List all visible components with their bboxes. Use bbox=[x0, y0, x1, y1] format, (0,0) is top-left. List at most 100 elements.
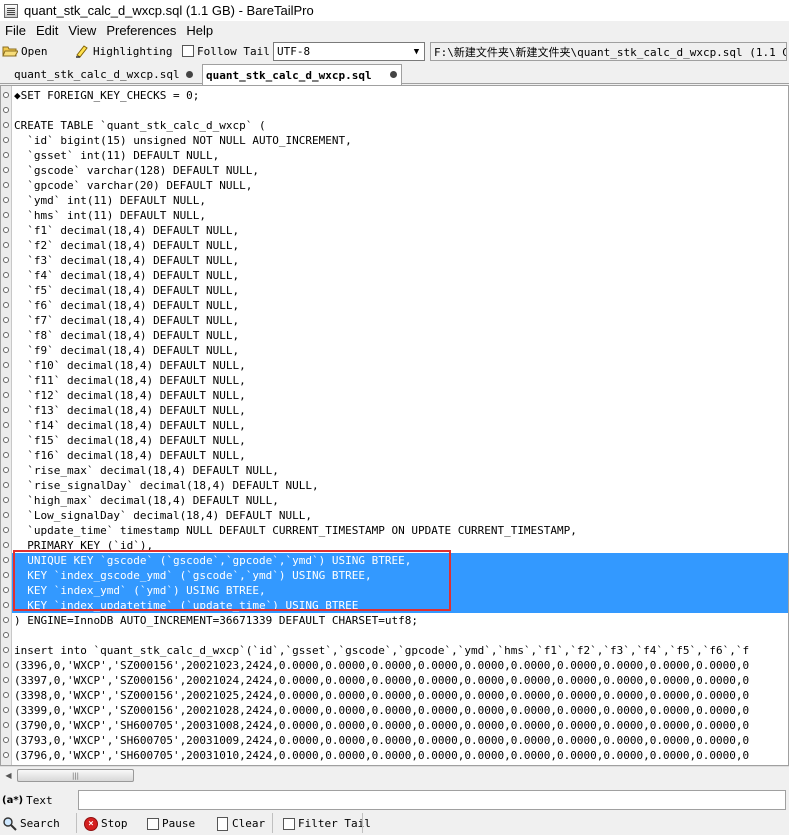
scroll-left-arrow-icon[interactable]: ◀ bbox=[1, 768, 16, 783]
line-marker-icon[interactable] bbox=[3, 332, 9, 338]
line-marker-icon[interactable] bbox=[3, 587, 9, 593]
line-marker-icon[interactable] bbox=[3, 152, 9, 158]
filter-tail-toggle[interactable]: Filter Tail bbox=[283, 814, 371, 833]
line-marker-icon[interactable] bbox=[3, 527, 9, 533]
code-line[interactable]: insert into `quant_stk_calc_d_wxcp`(`id`… bbox=[14, 643, 788, 658]
line-marker-icon[interactable] bbox=[3, 497, 9, 503]
line-marker-icon[interactable] bbox=[3, 602, 9, 608]
code-line[interactable] bbox=[14, 628, 788, 643]
code-line[interactable]: (3396,0,'WXCP','SZ000156',20021023,2424,… bbox=[14, 658, 788, 673]
line-marker-icon[interactable] bbox=[3, 182, 9, 188]
line-marker-icon[interactable] bbox=[3, 287, 9, 293]
log-viewer[interactable]: ◆SET FOREIGN_KEY_CHECKS = 0; CREATE TABLE… bbox=[0, 85, 789, 766]
menu-file[interactable]: File bbox=[0, 23, 31, 38]
code-line[interactable]: `f9` decimal(18,4) DEFAULT NULL, bbox=[14, 343, 788, 358]
code-line[interactable]: `gscode` varchar(128) DEFAULT NULL, bbox=[14, 163, 788, 178]
code-line[interactable]: CREATE TABLE `quant_stk_calc_d_wxcp` ( bbox=[14, 118, 788, 133]
scroll-thumb[interactable]: ||| bbox=[17, 769, 134, 782]
code-line[interactable]: `f8` decimal(18,4) DEFAULT NULL, bbox=[14, 328, 788, 343]
line-marker-icon[interactable] bbox=[3, 512, 9, 518]
stop-button[interactable]: × Stop bbox=[84, 814, 128, 833]
code-line[interactable]: `gsset` int(11) DEFAULT NULL, bbox=[14, 148, 788, 163]
chevron-down-icon[interactable]: ▼ bbox=[409, 43, 424, 60]
code-line[interactable]: `gpcode` varchar(20) DEFAULT NULL, bbox=[14, 178, 788, 193]
menu-view[interactable]: View bbox=[63, 23, 101, 38]
menu-edit[interactable]: Edit bbox=[31, 23, 63, 38]
line-marker-icon[interactable] bbox=[3, 692, 9, 698]
filter-text-input[interactable] bbox=[78, 790, 786, 810]
code-line[interactable]: (3793,0,'WXCP','SH600705',20031009,2424,… bbox=[14, 733, 788, 748]
line-marker-icon[interactable] bbox=[3, 107, 9, 113]
filter-tail-checkbox[interactable] bbox=[283, 817, 295, 830]
code-content[interactable]: ◆SET FOREIGN_KEY_CHECKS = 0; CREATE TABLE… bbox=[12, 88, 788, 763]
line-marker-icon[interactable] bbox=[3, 317, 9, 323]
line-marker-icon[interactable] bbox=[3, 677, 9, 683]
tab-file-1[interactable]: quant_stk_calc_d_wxcp.sql bbox=[0, 65, 200, 84]
code-line[interactable]: KEY `index_ymd` (`ymd`) USING BTREE, bbox=[12, 583, 788, 598]
line-marker-icon[interactable] bbox=[3, 452, 9, 458]
code-line[interactable]: `update_time` timestamp NULL DEFAULT CUR… bbox=[14, 523, 788, 538]
line-marker-icon[interactable] bbox=[3, 572, 9, 578]
line-marker-icon[interactable] bbox=[3, 722, 9, 728]
code-line[interactable]: ◆SET FOREIGN_KEY_CHECKS = 0; bbox=[14, 88, 788, 103]
code-line[interactable]: `f2` decimal(18,4) DEFAULT NULL, bbox=[14, 238, 788, 253]
follow-tail-checkbox[interactable] bbox=[182, 45, 194, 57]
line-marker-icon[interactable] bbox=[3, 437, 9, 443]
code-line[interactable]: `id` bigint(15) unsigned NOT NULL AUTO_I… bbox=[14, 133, 788, 148]
line-marker-icon[interactable] bbox=[3, 662, 9, 668]
line-marker-icon[interactable] bbox=[3, 377, 9, 383]
line-marker-icon[interactable] bbox=[3, 92, 9, 98]
line-marker-icon[interactable] bbox=[3, 302, 9, 308]
line-marker-icon[interactable] bbox=[3, 482, 9, 488]
pause-button[interactable]: Pause bbox=[147, 814, 195, 833]
line-marker-icon[interactable] bbox=[3, 752, 9, 758]
line-marker-icon[interactable] bbox=[3, 212, 9, 218]
code-line[interactable] bbox=[14, 103, 788, 118]
code-line[interactable]: `f11` decimal(18,4) DEFAULT NULL, bbox=[14, 373, 788, 388]
line-marker-icon[interactable] bbox=[3, 227, 9, 233]
code-line[interactable]: `f5` decimal(18,4) DEFAULT NULL, bbox=[14, 283, 788, 298]
line-marker-icon[interactable] bbox=[3, 392, 9, 398]
code-line[interactable]: `f15` decimal(18,4) DEFAULT NULL, bbox=[14, 433, 788, 448]
line-marker-icon[interactable] bbox=[3, 632, 9, 638]
open-button[interactable]: Open bbox=[2, 42, 48, 60]
code-line[interactable]: `rise_signalDay` decimal(18,4) DEFAULT N… bbox=[14, 478, 788, 493]
code-line[interactable]: `f14` decimal(18,4) DEFAULT NULL, bbox=[14, 418, 788, 433]
line-marker-icon[interactable] bbox=[3, 197, 9, 203]
code-line[interactable]: (3398,0,'WXCP','SZ000156',20021025,2424,… bbox=[14, 688, 788, 703]
code-line[interactable]: (3397,0,'WXCP','SZ000156',20021024,2424,… bbox=[14, 673, 788, 688]
line-marker-icon[interactable] bbox=[3, 167, 9, 173]
line-marker-icon[interactable] bbox=[3, 467, 9, 473]
tab-close-icon[interactable] bbox=[390, 71, 397, 78]
line-marker-icon[interactable] bbox=[3, 422, 9, 428]
line-marker-icon[interactable] bbox=[3, 347, 9, 353]
clear-button[interactable]: Clear bbox=[217, 814, 265, 833]
line-marker-icon[interactable] bbox=[3, 407, 9, 413]
code-line[interactable]: (3796,0,'WXCP','SH600705',20031010,2424,… bbox=[14, 748, 788, 763]
code-line[interactable]: `f3` decimal(18,4) DEFAULT NULL, bbox=[14, 253, 788, 268]
line-marker-icon[interactable] bbox=[3, 272, 9, 278]
menu-preferences[interactable]: Preferences bbox=[101, 23, 181, 38]
menu-help[interactable]: Help bbox=[181, 23, 218, 38]
code-line[interactable]: UNIQUE KEY `gscode` (`gscode`,`gpcode`,`… bbox=[12, 553, 788, 568]
line-marker-icon[interactable] bbox=[3, 557, 9, 563]
code-line[interactable]: `hms` int(11) DEFAULT NULL, bbox=[14, 208, 788, 223]
code-line[interactable]: `Low_signalDay` decimal(18,4) DEFAULT NU… bbox=[14, 508, 788, 523]
code-line[interactable]: `f12` decimal(18,4) DEFAULT NULL, bbox=[14, 388, 788, 403]
code-line[interactable]: `f10` decimal(18,4) DEFAULT NULL, bbox=[14, 358, 788, 373]
code-line[interactable]: KEY `index_gscode_ymd` (`gscode`,`ymd`) … bbox=[12, 568, 788, 583]
line-marker-icon[interactable] bbox=[3, 122, 9, 128]
encoding-select[interactable]: UTF-8 ▼ bbox=[273, 42, 425, 61]
code-line[interactable]: (3790,0,'WXCP','SH600705',20031008,2424,… bbox=[14, 718, 788, 733]
line-marker-icon[interactable] bbox=[3, 257, 9, 263]
line-marker-icon[interactable] bbox=[3, 707, 9, 713]
tab-file-2[interactable]: quant_stk_calc_d_wxcp.sql bbox=[202, 64, 402, 85]
highlighting-button[interactable]: Highlighting bbox=[74, 42, 172, 60]
search-button[interactable]: Search bbox=[2, 814, 60, 833]
code-line[interactable]: ) ENGINE=InnoDB AUTO_INCREMENT=36671339 … bbox=[14, 613, 788, 628]
code-line[interactable]: `ymd` int(11) DEFAULT NULL, bbox=[14, 193, 788, 208]
code-line[interactable]: `f7` decimal(18,4) DEFAULT NULL, bbox=[14, 313, 788, 328]
code-line[interactable]: KEY `index_updatetime` (`update_time`) U… bbox=[12, 598, 788, 613]
tab-close-icon[interactable] bbox=[186, 71, 193, 78]
line-marker-icon[interactable] bbox=[3, 242, 9, 248]
